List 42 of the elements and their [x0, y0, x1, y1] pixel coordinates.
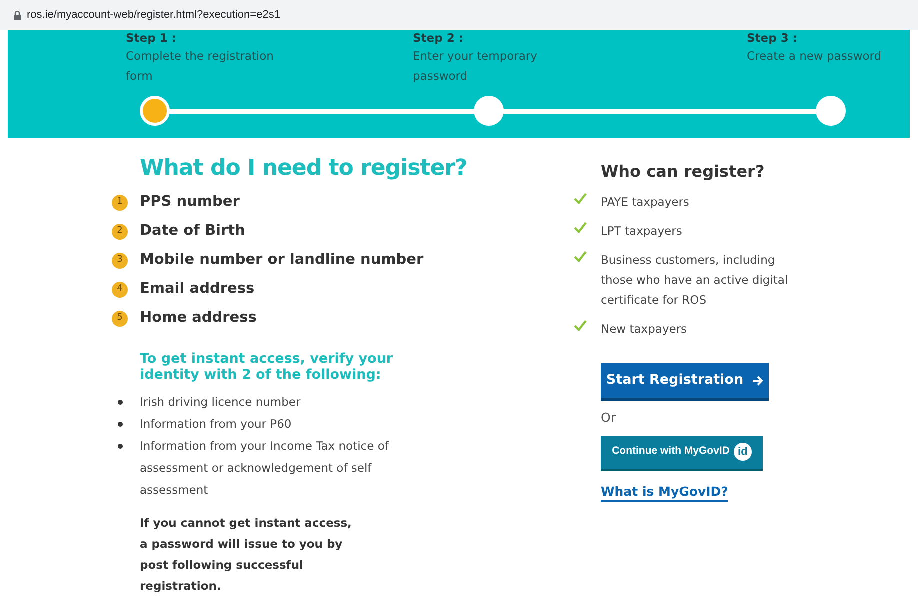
- check-icon: [574, 222, 587, 233]
- number-badge: 1: [112, 194, 128, 210]
- step-description: Create a new password: [747, 48, 883, 65]
- requirement-item: Home address: [140, 308, 257, 328]
- arrow-icon: [752, 374, 764, 386]
- start-registration-button[interactable]: Start Registration: [601, 363, 769, 401]
- eligibility-item: Business customers, including those who have an active digital certificate for ROS: [601, 252, 790, 309]
- mygovid-button[interactable]: Continue with MyGovID id: [601, 436, 763, 471]
- number-badge: 5: [112, 310, 128, 326]
- section-heading: Who can register?: [600, 161, 766, 183]
- requirement-item: Mobile number or landline number: [140, 250, 424, 270]
- mygovid-link[interactable]: What is MyGovID?: [601, 482, 728, 502]
- requirement-item: Date of Birth: [140, 222, 246, 241]
- step-label: Step 2 :: [413, 30, 464, 46]
- step-label: Step 1 :: [126, 30, 178, 46]
- step-description: Complete the registration form: [126, 48, 275, 85]
- eligibility-item: New taxpayers: [601, 321, 688, 338]
- eligibility-item: PAYE taxpayers: [601, 194, 690, 211]
- bullet-icon: [118, 444, 123, 449]
- bullet-icon: [118, 422, 123, 427]
- lock-icon: [14, 10, 21, 20]
- url-text[interactable]: ros.ie/myaccount-web/register.html?execution=e2s1: [27, 6, 280, 24]
- requirement-item: Email address: [140, 280, 255, 299]
- check-icon: [574, 320, 587, 331]
- number-badge: 2: [112, 224, 128, 240]
- requirement-item: PPS number: [140, 192, 240, 212]
- verify-item: Information from your P60: [140, 416, 293, 433]
- number-badge: 3: [112, 252, 128, 268]
- eligibility-item: LPT taxpayers: [601, 223, 684, 240]
- subheading: To get instant access, verify your identity with 2 of the following:: [140, 351, 394, 383]
- check-icon: [574, 251, 587, 262]
- section-heading: What do I need to register?: [139, 155, 468, 183]
- step-label: Step 3 :: [747, 30, 798, 46]
- id-badge: id: [734, 443, 752, 462]
- number-badge: 4: [112, 282, 128, 298]
- check-icon: [574, 193, 587, 204]
- note-paragraph: If you cannot get instant access, a password will issue to you by post following successful registration.: [140, 515, 353, 595]
- step-description: Enter your temporary password: [413, 48, 538, 85]
- or-text: Or: [601, 409, 617, 427]
- verify-item: Irish driving licence number: [140, 394, 302, 411]
- bullet-icon: [118, 400, 123, 405]
- verify-item: Information from your Income Tax notice of assessment or acknowledgement of self assessment: [140, 438, 390, 499]
